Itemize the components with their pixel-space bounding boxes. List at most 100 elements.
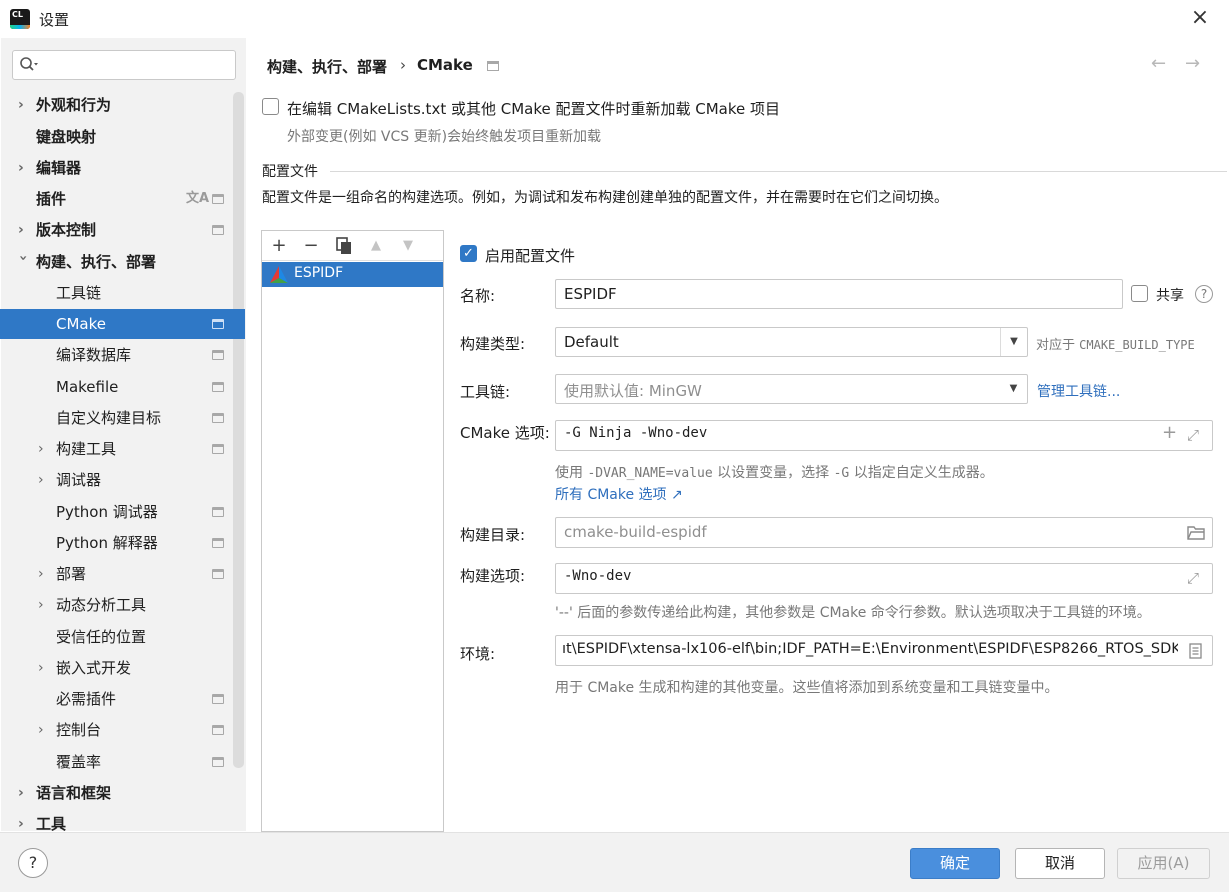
enable-profile-checkbox[interactable]: ✓ [460,245,477,262]
profiles-description: 配置文件是一组命名的构建选项。例如，为调试和发布构建创建单独的配置文件，并在需要… [262,190,948,206]
sidebar-item-python-interpreter[interactable]: Python 解释器 [0,528,232,558]
move-down-icon[interactable]: ▼ [397,234,419,258]
build-type-hint: 对应于 CMAKE_BUILD_TYPE [1036,334,1195,353]
expand-icon[interactable]: ⤢ [1187,426,1199,444]
ok-button[interactable]: 确定 [910,848,1000,879]
back-arrow-icon[interactable]: ← [1151,53,1166,74]
chevron-down-icon: › [15,255,31,261]
search-input[interactable] [12,50,236,80]
toolchain-select[interactable]: 使用默认值: MinGW ▼ [555,374,1028,404]
build-options-value: -Wno-dev [564,568,632,584]
sidebar-item-label: 受信任的位置 [56,628,147,646]
sidebar-item-label: 控制台 [56,721,102,739]
sidebar-item-build[interactable]: › 构建、执行、部署 [0,247,232,277]
close-icon[interactable]: × [1188,7,1212,31]
add-icon[interactable]: + [268,234,290,258]
move-up-icon[interactable]: ▲ [365,234,387,258]
window-title: 设置 [39,11,70,29]
sidebar-item-custom-targets[interactable]: 自定义构建目标 [0,403,232,433]
reload-cmake-checkbox[interactable] [262,98,279,115]
share-checkbox[interactable] [1131,285,1148,302]
sidebar-item-label: 嵌入式开发 [56,659,132,677]
sidebar-item-label: 自定义构建目标 [56,409,162,427]
sidebar-item-label: CMake [56,315,106,333]
sidebar-item-makefile[interactable]: Makefile [0,372,232,402]
build-options-label: 构建选项: [460,567,526,585]
sidebar-item-build-tools[interactable]: › 构建工具 [0,434,232,464]
sidebar-item-label: 调试器 [56,471,102,489]
sidebar-item-compilation-db[interactable]: 编译数据库 [0,340,232,370]
edit-document-icon[interactable] [1189,643,1202,659]
sidebar-item-languages[interactable]: › 语言和框架 [0,778,232,808]
environment-value: ıt\ESPIDF\xtensa-lx106-elf\bin;IDF_PATH=… [562,641,1178,657]
sidebar-item-coverage[interactable]: 覆盖率 [0,747,232,777]
build-type-hint-prefix: 对应于 [1036,338,1076,353]
forward-arrow-icon[interactable]: → [1185,53,1200,74]
sidebar-item-debugger[interactable]: › 调试器 [0,465,232,495]
remove-icon[interactable]: − [300,234,322,258]
project-scope-icon [212,569,224,579]
help-icon[interactable]: ? [1195,285,1213,303]
sidebar-item-deployment[interactable]: › 部署 [0,559,232,589]
environment-field[interactable]: ıt\ESPIDF\xtensa-lx106-elf\bin;IDF_PATH=… [555,635,1213,666]
sidebar-item-cmake[interactable]: CMake [0,309,245,339]
sidebar-item-trusted-locations[interactable]: 受信任的位置 [0,622,232,652]
sidebar-item-appearance[interactable]: › 外观和行为 [0,90,232,120]
breadcrumb-parent[interactable]: 构建、执行、部署 [267,56,387,77]
build-options-field[interactable]: -Wno-dev ⤢ [555,563,1213,594]
chevron-right-icon: › [18,816,24,831]
external-link-icon: ↗ [666,487,683,503]
profile-list-item[interactable]: ESPIDF [262,262,443,287]
cmake-hint-text-2: 以设置变量，选择 [717,465,830,481]
sidebar-item-tools[interactable]: › 工具 [0,809,232,831]
sidebar-item-label: 编译数据库 [56,346,132,364]
sidebar-item-toolchains[interactable]: 工具链 [0,278,232,308]
chevron-right-icon: › [38,472,44,488]
name-field[interactable]: ESPIDF [555,279,1123,309]
project-scope-icon [212,350,224,360]
sidebar-item-required-plugins[interactable]: 必需插件 [0,684,232,714]
share-label: 共享 [1156,288,1184,304]
sidebar-item-label: 工具 [36,815,67,831]
project-scope-icon [212,319,224,329]
insert-macro-icon[interactable]: + [1162,424,1177,442]
sidebar-item-label: 覆盖率 [56,753,102,771]
all-cmake-options-link[interactable]: 所有 CMake 选项 ↗ [555,484,683,504]
sidebar-item-keymap[interactable]: 键盘映射 [0,122,232,152]
sidebar-scrollbar[interactable] [233,92,244,768]
sidebar-item-label: 动态分析工具 [56,596,147,614]
breadcrumb-separator: › [400,56,406,74]
folder-icon[interactable] [1187,525,1205,540]
cmake-hint-code-1: -DVAR_NAME=value [587,466,713,481]
search-icon [20,57,38,71]
sidebar-item-editor[interactable]: › 编辑器 [0,153,232,183]
enable-profile-label: 启用配置文件 [485,247,576,265]
sidebar-item-python-debugger[interactable]: Python 调试器 [0,497,232,527]
sidebar-item-label: Makefile [56,378,119,396]
apply-button[interactable]: 应用(A) [1117,848,1210,879]
help-button[interactable]: ? [18,848,48,878]
profile-name-label: ESPIDF [294,265,344,281]
chevron-right-icon: › [38,566,44,582]
project-scope-icon [212,538,224,548]
sidebar-item-dynamic-analysis[interactable]: › 动态分析工具 [0,590,232,620]
build-dir-field[interactable]: cmake-build-espidf [555,517,1213,548]
chevron-right-icon: › [18,222,24,238]
sidebar-item-label: 必需插件 [56,690,117,708]
copy-icon[interactable] [333,234,355,258]
sidebar-item-plugins[interactable]: 插件 文A [0,184,232,214]
build-options-hint: '--' 后面的参数传递给此构建，其他参数是 CMake 命令行参数。默认选项取… [555,605,1151,621]
cmake-options-label: CMake 选项: [460,424,550,442]
expand-icon[interactable]: ⤢ [1187,569,1199,587]
title-bar [0,0,1229,38]
cancel-button[interactable]: 取消 [1015,848,1105,879]
project-scope-icon [212,507,224,517]
cmake-options-field[interactable]: -G Ninja -Wno-dev + ⤢ [555,420,1213,451]
chevron-right-icon: › [38,441,44,457]
environment-label: 环境: [460,645,496,663]
sidebar-item-embedded[interactable]: › 嵌入式开发 [0,653,232,683]
sidebar-item-vcs[interactable]: › 版本控制 [0,215,232,245]
build-type-select[interactable]: Default ▼ [555,327,1028,357]
manage-toolchains-link[interactable]: 管理工具链... [1037,381,1120,401]
sidebar-item-console[interactable]: › 控制台 [0,715,232,745]
